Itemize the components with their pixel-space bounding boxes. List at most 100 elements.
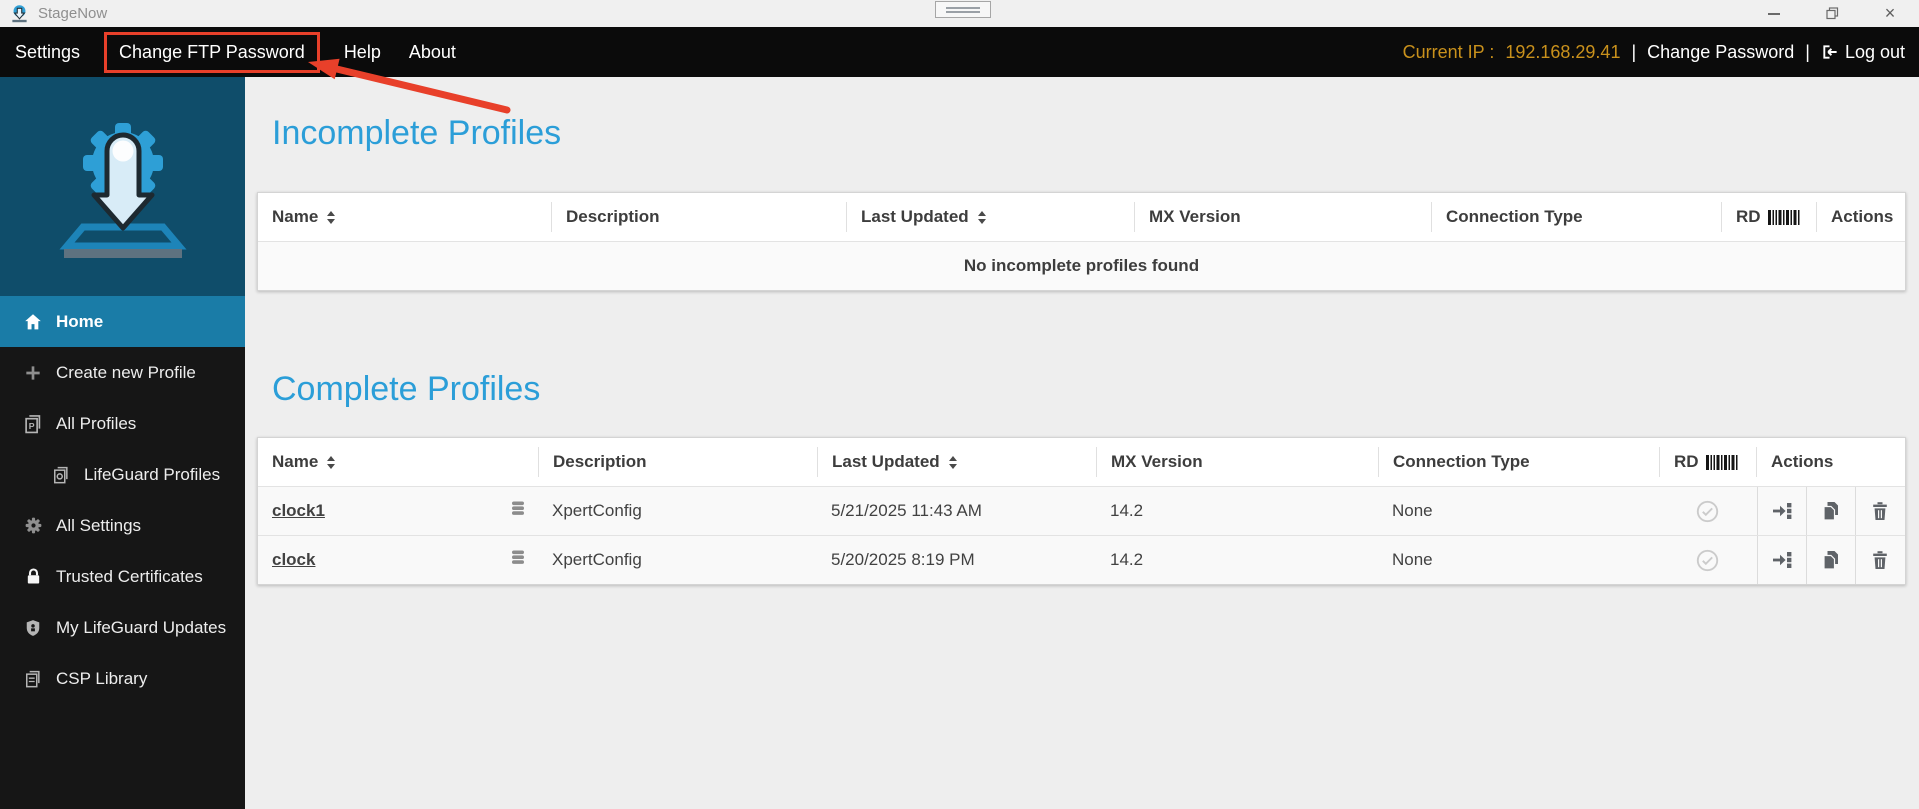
stagenow-logo [0,77,245,296]
change-password-link[interactable]: Change Password [1647,42,1794,63]
column-header-last-updated[interactable]: Last Updated [817,447,1096,477]
logout-icon [1823,45,1837,59]
check-circle-icon [1696,500,1719,522]
mx-version-cell: 14.2 [1110,501,1144,520]
svg-text:P: P [29,420,35,430]
copy-icon [1823,502,1838,521]
menu-right-group: Current IP : 192.168.29.41 | Change Pass… [1403,42,1905,63]
library-icon [20,669,46,689]
stagenow-app-icon [10,4,29,23]
profile-link[interactable]: clock1 [272,501,325,521]
sidebar-item-label: LifeGuard Profiles [84,464,221,484]
sidebar-item-all-profiles[interactable]: P All Profiles [0,398,245,449]
stage-button[interactable] [1757,536,1806,584]
gear-icon [20,515,46,536]
last-updated-cell: 5/20/2025 8:19 PM [831,550,975,569]
window-title: StageNow [38,5,108,22]
menu-change-ftp-password[interactable]: Change FTP Password [104,31,320,73]
current-ip-value: 192.168.29.41 [1505,41,1621,62]
touch-keyboard-handle[interactable] [935,1,991,18]
home-icon [20,311,46,333]
description-cell: XpertConfig [552,550,642,569]
column-header-mx-version: MX Version [1134,202,1431,232]
stage-icon [1773,552,1792,568]
column-header-description: Description [551,202,846,232]
column-header-actions: Actions [1756,447,1905,477]
sidebar-item-label: My LifeGuard Updates [56,617,227,637]
sidebar-item-trusted-certificates[interactable]: Trusted Certificates [0,551,245,602]
column-header-name[interactable]: Name [258,447,538,477]
restore-icon[interactable] [1803,0,1861,27]
copy-button[interactable] [1806,536,1855,584]
column-header-connection-type: Connection Type [1378,447,1659,477]
sidebar: Home Create new Profile P All Profiles L… [0,77,245,809]
copy-button[interactable] [1806,487,1855,535]
sidebar-item-csp-library[interactable]: CSP Library [0,653,245,704]
last-updated-cell: 5/21/2025 11:43 AM [831,501,982,520]
sidebar-item-all-settings[interactable]: All Settings [0,500,245,551]
description-cell: XpertConfig [552,501,642,520]
divider: | [1631,41,1637,62]
main-content: Incomplete Profiles Name Description Las… [245,77,1919,809]
incomplete-profiles-table: Name Description Last Updated MX Version… [257,192,1906,291]
sidebar-item-label: Trusted Certificates [56,566,203,586]
column-header-mx-version: MX Version [1096,447,1378,477]
logout-label: Log out [1844,41,1905,62]
sidebar-item-label: All Settings [56,515,142,535]
actions-cell [1756,487,1905,535]
copy-icon [1823,551,1838,570]
column-header-rd: RD [1721,202,1816,232]
stage-icon [1773,503,1792,519]
divider: | [1805,41,1810,62]
table-row: clock XpertConfig 5/20/2025 8:19 PM 14.2… [258,535,1905,584]
title-bar: StageNow × [0,0,1919,27]
menu-settings[interactable]: Settings [15,42,94,63]
actions-cell [1756,536,1905,584]
lock-icon [20,566,46,587]
complete-profiles-title: Complete Profiles [272,370,541,408]
sidebar-item-my-lifeguard-updates[interactable]: My LifeGuard Updates [0,602,245,653]
connection-type-cell: None [1392,501,1433,520]
check-circle-icon [1696,549,1719,571]
sort-icon [948,455,957,469]
sidebar-item-lifeguard-profiles[interactable]: LifeGuard Profiles [0,449,245,500]
column-header-description: Description [538,447,817,477]
sidebar-item-label: All Profiles [56,413,137,433]
mx-version-cell: 14.2 [1110,550,1144,569]
column-header-connection-type: Connection Type [1431,202,1721,232]
profiles-icon: P [20,413,46,435]
logout-button[interactable]: Log out [1821,42,1905,63]
delete-button[interactable] [1855,487,1904,535]
column-header-last-updated[interactable]: Last Updated [846,202,1134,232]
menu-help[interactable]: Help [330,42,395,63]
sidebar-item-label: Create new Profile [56,362,196,382]
connection-type-cell: None [1392,550,1433,569]
sidebar-item-create-new-profile[interactable]: Create new Profile [0,347,245,398]
delete-button[interactable] [1855,536,1904,584]
table-header: Name Description Last Updated MX Version… [258,193,1905,241]
lifeguard-profiles-icon [48,465,74,485]
close-icon[interactable]: × [1861,0,1919,27]
sort-icon [327,455,336,469]
barcode-icon [1705,454,1740,470]
menu-about[interactable]: About [395,42,470,63]
menu-items: Settings Change FTP Password Help About [15,31,470,73]
current-ip-label: Current IP : [1402,41,1495,62]
empty-table-message: No incomplete profiles found [258,241,1905,290]
column-header-name[interactable]: Name [258,202,551,232]
column-header-actions: Actions [1816,202,1905,232]
profile-link[interactable]: clock [272,550,315,570]
menu-bar: Settings Change FTP Password Help About … [0,27,1919,77]
sidebar-item-home[interactable]: Home [0,296,245,347]
stage-button[interactable] [1757,487,1806,535]
trash-icon [1873,551,1887,569]
minimize-icon[interactable] [1745,0,1803,27]
barcode-icon [1767,209,1802,225]
rd-status-cell [1659,487,1756,535]
database-icon [510,549,526,571]
sort-icon [977,210,986,224]
table-row: clock1 XpertConfig 5/21/2025 11:43 AM 14… [258,486,1905,535]
shield-icon [20,618,46,638]
table-header: Name Description Last Updated MX Version… [258,438,1905,486]
plus-icon [20,363,46,383]
